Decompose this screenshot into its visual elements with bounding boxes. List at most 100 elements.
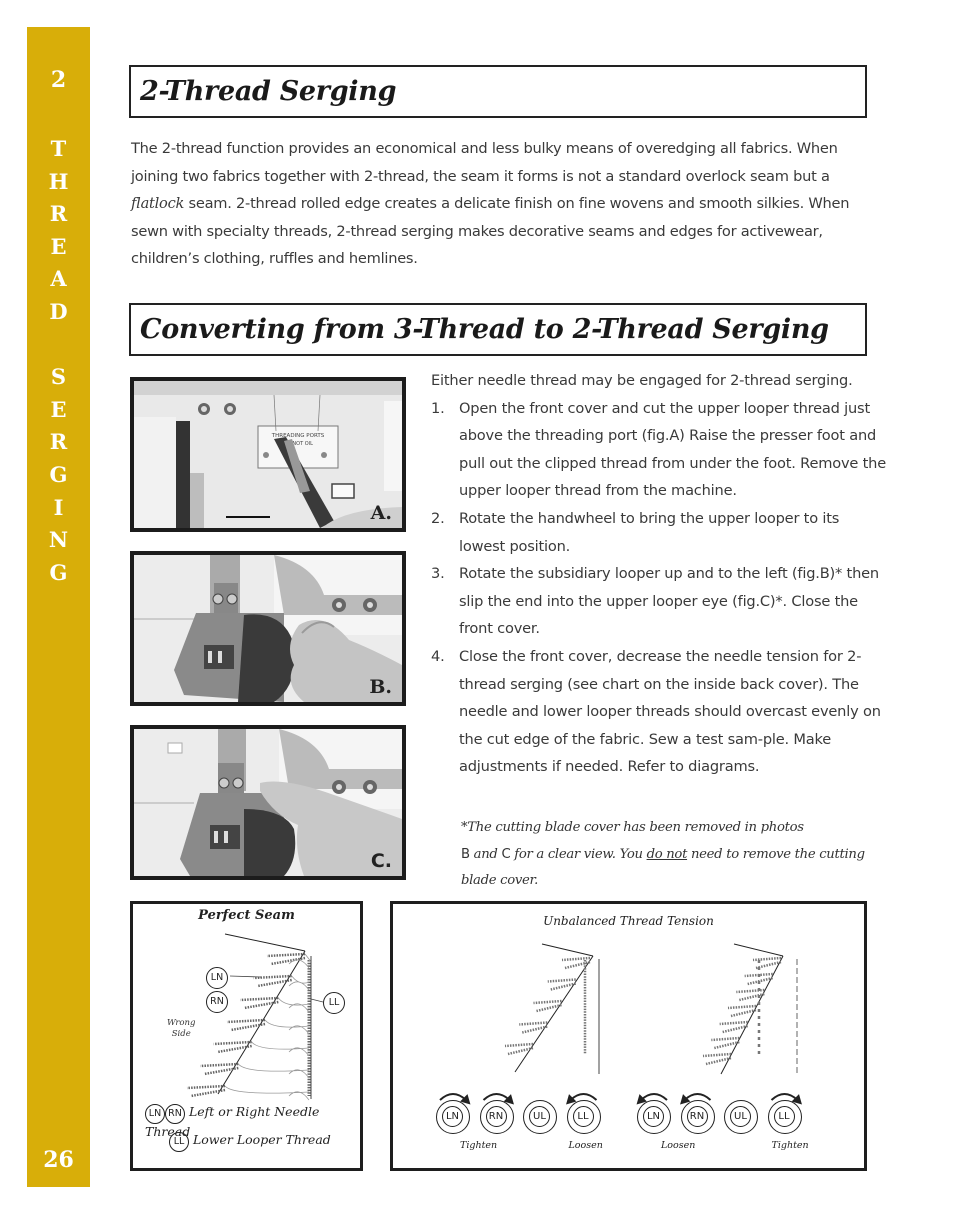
sidebar-letter: I [53, 494, 64, 520]
tension-dial-ln: LN [436, 1100, 470, 1134]
sidebar-letter: A [50, 266, 67, 292]
step-text: Open the front cover and cut the upper l… [459, 399, 886, 500]
step-number: 2. [431, 509, 445, 527]
photo-footnote: *The cutting blade cover has been remove… [461, 815, 881, 895]
tension-dial-label: RN [485, 1106, 507, 1127]
chapter-number: 2 [50, 67, 67, 93]
callout-ln: LN [206, 967, 228, 989]
step-number: 1. [431, 399, 445, 417]
sidebar-letter: N [48, 527, 69, 553]
intro-paragraph: The 2-thread function provides an econom… [131, 135, 876, 273]
legend-lower-looper: LL Lower Looper Thread [169, 1132, 331, 1152]
step-text: Close the front cover, decrease the need… [459, 647, 881, 776]
photo-label-c: C. [370, 850, 392, 872]
footnote-do-not: do not [646, 846, 688, 862]
looper-loop [224, 1085, 310, 1101]
stitch-mark [253, 974, 292, 988]
wrong-side-label-2: Side [171, 1029, 191, 1039]
looper-loop [251, 1041, 310, 1057]
footnote-fig-b: B [461, 846, 470, 862]
tension-dial-rn: RN [479, 1100, 514, 1134]
chapter-sidebar: 2 THREADSERGING 26 [27, 27, 90, 1187]
photo-label-a: A. [370, 502, 392, 524]
tension-dial-label: RN [686, 1106, 708, 1127]
footnote-and: and [469, 846, 502, 862]
tension-dial-rn: RN [680, 1100, 715, 1134]
sidebar-letter: S [50, 364, 67, 390]
intro-emphasis-flatlock: flatlock [131, 195, 185, 213]
tension-dial-label: UL [730, 1106, 751, 1127]
step-item: 3. Rotate the subsidiary looper up and to… [431, 560, 886, 643]
instruction-lead: Either needle thread may be engaged for … [431, 372, 853, 389]
photo-c-image [134, 729, 402, 876]
section-title-2-thread-serging: 2-Thread Serging [140, 76, 397, 107]
stitch-mark [226, 1018, 266, 1032]
legend-ring-ll: LL [169, 1132, 189, 1152]
sidebar-letter: R [49, 429, 68, 455]
stitch-mark [186, 1084, 226, 1098]
step-text: Rotate the subsidiary looper up and to t… [459, 565, 879, 638]
dial-caption-left: Tighten [460, 1140, 498, 1151]
unbalanced-tension-diagram: Unbalanced Thread Tension LN RN UL LL Tighte… [390, 901, 867, 1171]
looper-loop [264, 1019, 310, 1035]
step-item: 1. Open the front cover and cut the upper… [431, 395, 886, 505]
step-item: 2. Rotate the handwheel to bring the uppe… [431, 505, 886, 560]
photo-fig-b: B. [130, 551, 406, 706]
dial-caption-left: Loosen [661, 1140, 696, 1151]
step-number: 3. [431, 565, 445, 583]
stitch-mark [504, 1042, 534, 1056]
looper-loop [288, 975, 310, 991]
dial-caption-right: Loosen [568, 1140, 603, 1151]
sidebar-letter: G [49, 461, 68, 487]
section-heading-box: 2-Thread Serging [129, 65, 867, 118]
sidebar-letter: E [50, 233, 67, 259]
tension-dial-label: LL [773, 1106, 795, 1127]
stitch-mark [213, 1040, 252, 1054]
tension-dial-ul: UL [523, 1100, 557, 1134]
photo-b-image [134, 555, 402, 702]
legend-ring-rn: RN [165, 1104, 185, 1124]
legend-looper-text: Lower Looper Thread [192, 1132, 331, 1147]
intro-text-2: seam. 2-thread rolled edge creates a del… [131, 195, 850, 268]
sidebar-letter: E [50, 396, 67, 422]
sidebar-letter-gap [27, 329, 90, 362]
looper-loop [288, 953, 311, 969]
section-title-converting: Converting from 3-Thread to 2-Thread Ser… [140, 314, 829, 345]
callout-ll: LL [323, 992, 345, 1014]
intro-text-1: The 2-thread function provides an econom… [131, 140, 838, 185]
page-number: 26 [43, 1147, 74, 1173]
perfect-seam-diagram: Perfect Seam LN RN LL Wrong Side LN RN Le… [130, 901, 363, 1171]
tension-dial-label: LN [643, 1106, 664, 1127]
legend-ring-ln: LN [145, 1104, 165, 1124]
photo-a-image: THREADING PORTS DO NOT OIL [134, 381, 402, 528]
callout-rn: RN [206, 991, 228, 1013]
step-number: 4. [431, 647, 445, 665]
threading-ports-imprint: THREADING PORTS [271, 433, 325, 439]
section-heading-box: Converting from 3-Thread to 2-Thread Ser… [129, 303, 867, 356]
step-text: Rotate the handwheel to bring the upper … [459, 509, 840, 555]
sidebar-letter: G [49, 559, 68, 585]
looper-loop [238, 1063, 310, 1079]
wrong-side-label: Wrong Side [167, 1018, 195, 1040]
sidebar-letter: D [49, 298, 68, 324]
tension-dial-label: UL [529, 1106, 550, 1127]
sidebar-letter: H [48, 168, 69, 194]
photo-fig-a: THREADING PORTS DO NOT OIL A. [130, 377, 406, 532]
tension-dial-ll: LL [767, 1100, 802, 1134]
tension-dial-label: LL [572, 1106, 594, 1127]
wrong-side-label-1: Wrong [167, 1018, 196, 1028]
step-item: 4. Close the front cover, decrease the ne… [431, 643, 886, 781]
footnote-clear-view: for a clear view. You [510, 846, 647, 862]
stitch-mark [266, 952, 306, 966]
sidebar-letter: T [50, 136, 67, 161]
instruction-steps: Either needle thread may be engaged for … [431, 367, 886, 781]
tension-dial-label: LN [442, 1106, 463, 1127]
tension-dial-ln: LN [637, 1100, 671, 1134]
sidebar-letter: R [49, 201, 68, 227]
stitch-mark [752, 956, 782, 970]
chapter-title-vertical: THREADSERGING [27, 133, 90, 589]
steps-list: 1. Open the front cover and cut the upper… [431, 395, 886, 781]
photo-fig-c: C. [130, 725, 406, 880]
tension-dial-ul: UL [724, 1100, 758, 1134]
dial-caption-right: Tighten [771, 1140, 809, 1151]
